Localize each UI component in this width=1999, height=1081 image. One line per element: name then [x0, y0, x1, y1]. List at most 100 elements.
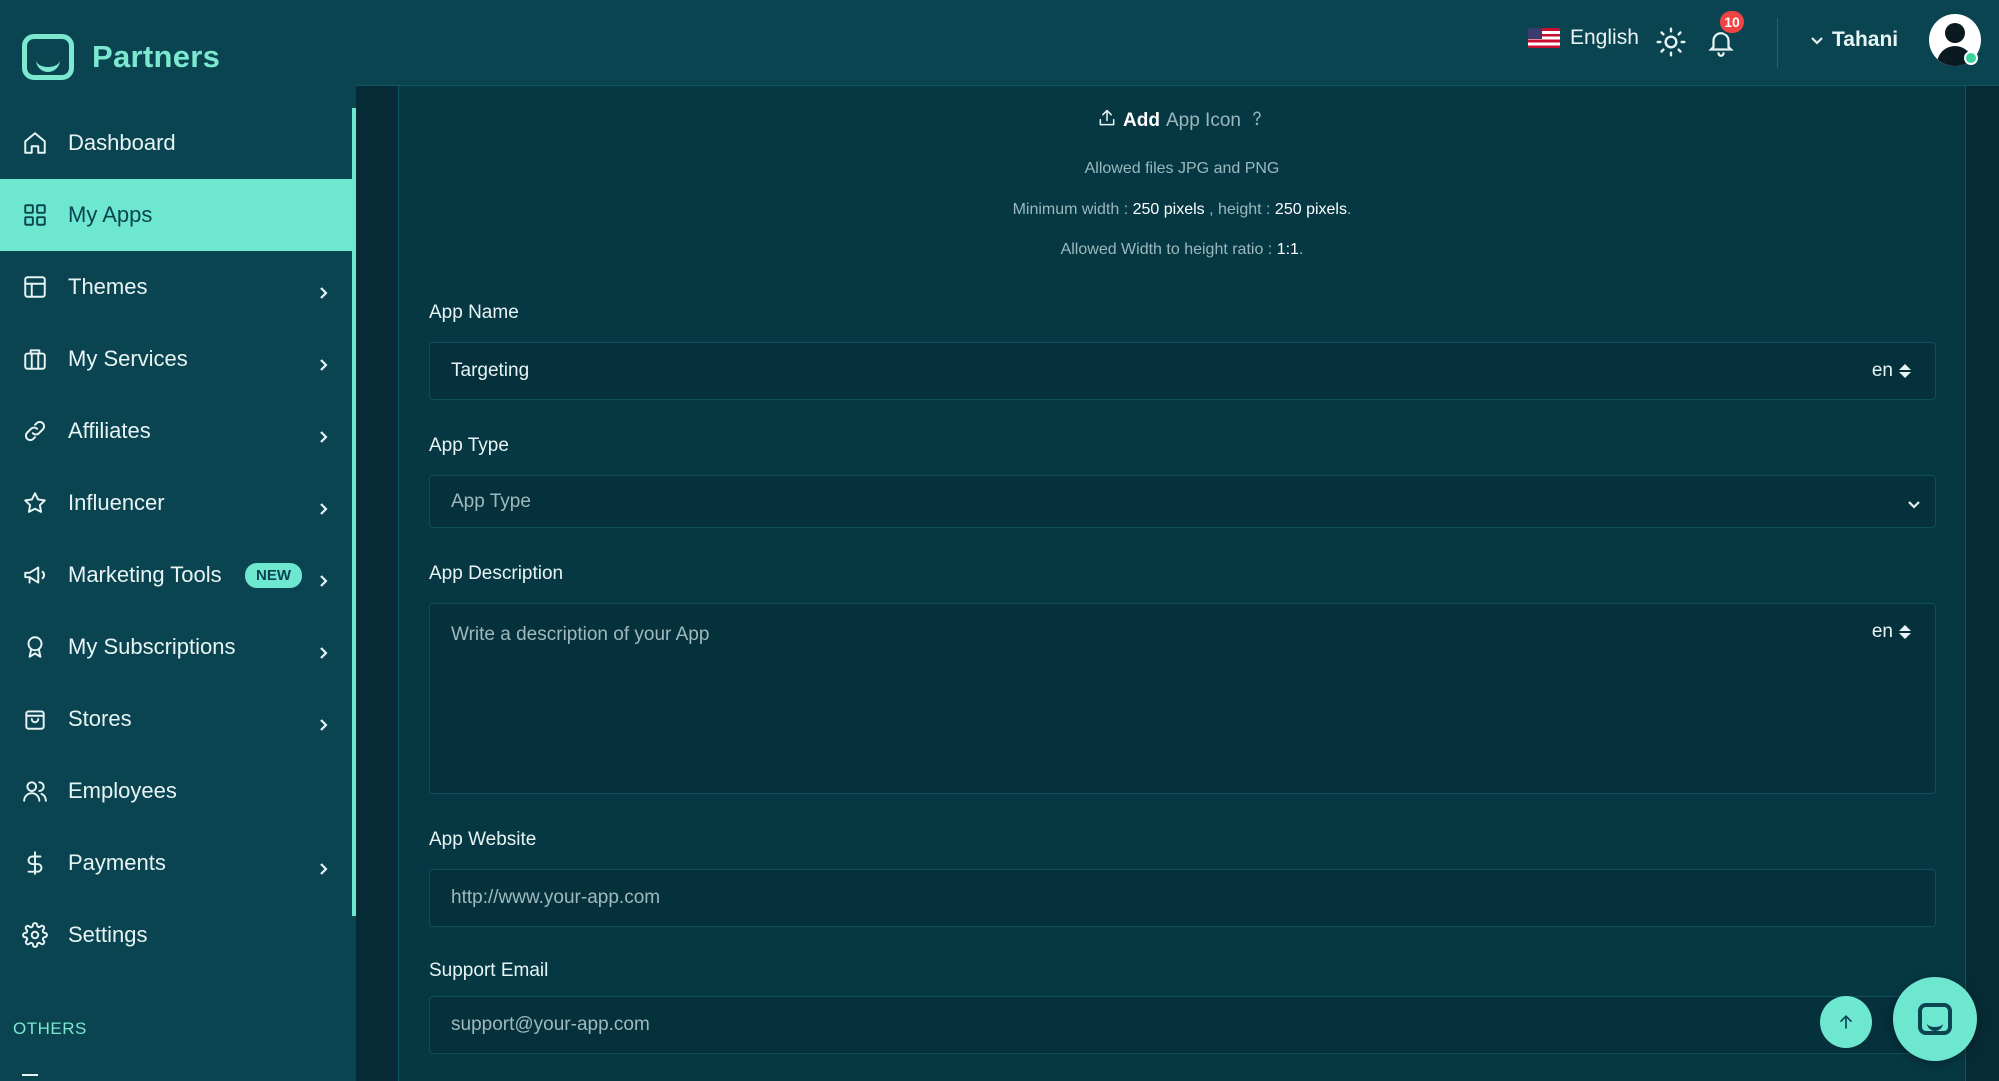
app-website-input[interactable]: http://www.your-app.com [429, 869, 1936, 927]
chevron-right-icon [316, 712, 330, 731]
support-email-label: Support Email [429, 960, 549, 981]
app-type-select[interactable]: App Type [429, 475, 1936, 528]
app-description-lang-switch[interactable]: en [1872, 621, 1911, 643]
ratio-label: Allowed Width to height ratio : [1060, 241, 1273, 258]
app-website-placeholder: http://www.your-app.com [451, 887, 661, 908]
notification-count-badge: 10 [1718, 9, 1746, 35]
chevron-down-icon [1811, 37, 1823, 45]
sidebar-item-partial [22, 1074, 38, 1080]
brand-name: Partners [92, 39, 221, 74]
sidebar-item-themes[interactable]: Themes [0, 251, 356, 323]
sidebar-item-label: My Subscriptions [68, 634, 236, 659]
sidebar-item-label: Themes [68, 274, 148, 299]
sidebar-item-settings[interactable]: Settings [0, 899, 356, 971]
sidebar-item-my-subscriptions[interactable]: My Subscriptions [0, 611, 356, 683]
min-width-value: 250 pixels [1132, 201, 1205, 218]
brand-logo-icon [22, 34, 74, 80]
ratio-value: 1:1 [1276, 241, 1299, 258]
language-label: English [1570, 26, 1639, 49]
user-menu[interactable]: Tahani [1810, 28, 1898, 52]
link-icon [22, 418, 48, 444]
app-name-value: Targeting [451, 360, 530, 381]
app-name-lang-switch[interactable]: en [1872, 360, 1911, 382]
theme-toggle-sun-icon[interactable] [1655, 26, 1687, 58]
lang-code: en [1871, 360, 1893, 381]
dollar-icon [22, 850, 48, 876]
sidebar-item-label: My Services [68, 346, 188, 371]
sidebar: Partners Dashboard My Apps Themes My Ser… [0, 0, 356, 1081]
chevron-right-icon [316, 280, 330, 299]
content-gutter-right [1966, 86, 1999, 1081]
sidebar-item-dashboard[interactable]: Dashboard [0, 107, 356, 179]
chat-icon [1918, 1003, 1952, 1035]
brand[interactable]: Partners [22, 32, 220, 82]
users-icon [22, 778, 48, 804]
user-name: Tahani [1832, 28, 1899, 51]
sidebar-item-payments[interactable]: Payments [0, 827, 356, 899]
app-type-label: App Type [429, 435, 509, 456]
sidebar-item-label: Influencer [68, 490, 165, 515]
app-type-placeholder: App Type [451, 490, 531, 512]
star-icon [22, 490, 48, 516]
sort-arrows-icon [1899, 364, 1911, 378]
new-badge: NEW [245, 562, 302, 588]
lang-code: en [1871, 621, 1893, 642]
chat-support-button[interactable] [1893, 977, 1977, 1061]
hint-period: . [1346, 201, 1352, 218]
chevron-right-icon [316, 640, 330, 659]
sidebar-item-my-services[interactable]: My Services [0, 323, 356, 395]
arrow-up-icon [1840, 1015, 1852, 1029]
add-app-icon-upload[interactable]: Add App Icon [399, 108, 1965, 134]
bag-icon [22, 706, 48, 732]
megaphone-icon [22, 562, 48, 588]
sidebar-item-my-apps[interactable]: My Apps [0, 179, 356, 251]
sidebar-item-stores[interactable]: Stores [0, 683, 356, 755]
sidebar-item-label: My Apps [68, 202, 153, 227]
app-website-label: App Website [429, 829, 537, 850]
sidebar-item-label: Stores [68, 706, 132, 731]
sidebar-item-label: Employees [68, 778, 177, 803]
add-label: Add [1123, 110, 1160, 131]
online-status-dot [1964, 51, 1978, 65]
us-flag-icon [1528, 28, 1560, 48]
app-description-textarea[interactable]: Write a description of your App en [429, 603, 1936, 794]
chevron-right-icon [316, 856, 330, 875]
chevron-right-icon [316, 496, 330, 515]
sidebar-item-label: Marketing Tools [68, 562, 222, 587]
sort-arrows-icon [1899, 625, 1911, 639]
language-selector[interactable]: English [1528, 26, 1639, 50]
support-email-input[interactable]: support@your-app.com [429, 996, 1936, 1054]
scroll-to-top-button[interactable] [1820, 996, 1872, 1048]
min-size-hint: Minimum width : 250 pixels , height : 25… [399, 201, 1965, 219]
sidebar-item-influencer[interactable]: Influencer [0, 467, 356, 539]
app-name-input[interactable]: Targeting en [429, 342, 1936, 400]
min-height-label: , height : [1209, 201, 1271, 218]
sidebar-item-label: Payments [68, 850, 166, 875]
app-form-card: Add App Icon Allowed files JPG and PNG M… [398, 86, 1966, 1081]
min-height-value: 250 pixels [1274, 201, 1347, 218]
min-width-label: Minimum width : [1012, 201, 1129, 218]
home-icon [22, 130, 48, 156]
app-icon-label: App Icon [1165, 110, 1241, 131]
app-description-label: App Description [429, 563, 564, 584]
sidebar-item-label: Settings [68, 922, 148, 947]
chevron-right-icon [316, 424, 330, 443]
ratio-hint: Allowed Width to height ratio : 1:1. [399, 241, 1965, 259]
sidebar-nav: Dashboard My Apps Themes My Services Aff… [0, 107, 356, 971]
hint-period: . [1298, 241, 1304, 258]
others-section-label: OTHERS [13, 1019, 87, 1038]
layout-icon [22, 274, 48, 300]
allowed-files-hint: Allowed files JPG and PNG [1084, 160, 1280, 177]
app-description-placeholder: Write a description of your App [451, 624, 710, 645]
upload-icon [1097, 108, 1117, 134]
sidebar-item-label: Affiliates [68, 418, 151, 443]
sidebar-item-employees[interactable]: Employees [0, 755, 356, 827]
sidebar-item-marketing-tools[interactable]: Marketing Tools NEW [0, 539, 356, 611]
support-email-placeholder: support@your-app.com [451, 1014, 650, 1035]
sidebar-item-label: Dashboard [68, 130, 176, 155]
content-gutter [356, 86, 398, 1081]
grid-icon [22, 202, 48, 228]
sidebar-item-affiliates[interactable]: Affiliates [0, 395, 356, 467]
help-icon[interactable] [1247, 108, 1267, 134]
app-name-label: App Name [429, 302, 519, 323]
